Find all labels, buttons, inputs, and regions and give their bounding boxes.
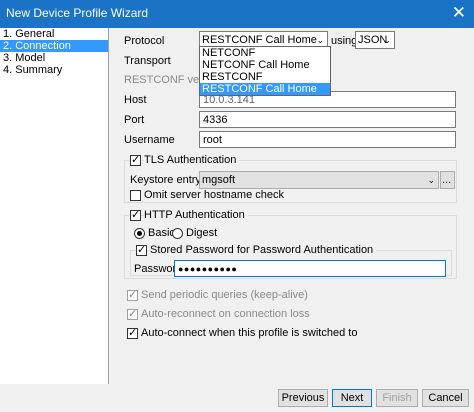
step-connection[interactable]: 2. Connection <box>0 40 108 52</box>
auto-reconnect-checkbox[interactable]: ✓ <box>127 308 138 320</box>
previous-button[interactable]: Previous <box>278 389 328 407</box>
auto-reconnect-label: Auto-reconnect on connection loss <box>141 308 310 320</box>
digest-radio[interactable] <box>172 228 183 239</box>
check-icon: ✓ <box>128 289 138 301</box>
basic-label: Basic <box>148 227 175 239</box>
check-icon: ✓ <box>131 209 141 221</box>
stored-password-checkbox[interactable]: ✓ <box>136 244 147 256</box>
check-icon: ✓ <box>128 308 138 320</box>
password-input[interactable]: ●●●●●●●●●● <box>174 260 446 277</box>
keystore-select-value: mgsoft <box>202 174 236 186</box>
step-summary[interactable]: 4. Summary <box>0 64 108 76</box>
username-input[interactable]: root <box>199 131 456 148</box>
check-icon: ✓ <box>137 244 147 256</box>
step-general[interactable]: 1. General <box>0 28 108 40</box>
keepalive-label: Send periodic queries (keep-alive) <box>141 289 308 301</box>
close-icon[interactable]: ✕ <box>452 3 466 23</box>
auto-connect-checkbox[interactable]: ✓ <box>127 327 138 339</box>
chevron-down-icon: ⌄ <box>427 175 435 185</box>
transport-label: Transport <box>124 55 171 67</box>
port-label: Port <box>124 114 145 126</box>
http-auth-label: HTTP Authentication <box>144 209 248 221</box>
tls-checkbox[interactable]: ✓ <box>130 154 141 166</box>
finish-button[interactable]: Finish <box>376 389 418 407</box>
window-title: New Device Profile Wizard <box>6 6 149 20</box>
protocol-option-restconf-call-home[interactable]: RESTCONF Call Home <box>200 83 330 95</box>
keystore-select[interactable]: mgsoft ⌄ <box>199 171 439 189</box>
step-model[interactable]: 3. Model <box>0 52 108 64</box>
username-label: Username <box>124 134 175 146</box>
port-input[interactable]: 4336 <box>199 111 456 128</box>
protocol-dropdown-list: NETCONF NETCONF Call Home RESTCONF RESTC… <box>199 46 331 96</box>
auto-connect-label: Auto-connect when this profile is switch… <box>141 327 358 339</box>
wizard-steps-list: 1. General 2. Connection 3. Model 4. Sum… <box>0 28 109 384</box>
protocol-select-value: RESTCONF Call Home <box>202 34 317 46</box>
tls-label: TLS Authentication <box>144 154 240 166</box>
host-label: Host <box>124 94 147 106</box>
http-auth-checkbox[interactable]: ✓ <box>130 209 141 221</box>
keystore-browse-button[interactable]: ... <box>440 171 455 189</box>
protocol-option-restconf[interactable]: RESTCONF <box>200 71 330 83</box>
keepalive-checkbox[interactable]: ✓ <box>127 289 138 301</box>
title-bar: New Device Profile Wizard ✕ <box>0 0 474 28</box>
basic-radio[interactable] <box>134 228 145 239</box>
using-label: using <box>331 35 358 47</box>
omit-hostname-label: Omit server hostname check <box>144 189 284 201</box>
digest-label: Digest <box>186 227 218 239</box>
chevron-down-icon: ⌄ <box>383 35 391 45</box>
protocol-option-netconf-call-home[interactable]: NETCONF Call Home <box>200 59 330 71</box>
next-button[interactable]: Next <box>332 389 372 407</box>
encoding-select[interactable]: JSON ⌄ <box>355 31 395 49</box>
cancel-button[interactable]: Cancel <box>422 389 469 407</box>
check-icon: ✓ <box>128 327 138 339</box>
check-icon: ✓ <box>131 154 141 166</box>
protocol-label: Protocol <box>124 35 165 47</box>
omit-hostname-checkbox[interactable] <box>130 190 141 201</box>
keystore-label: Keystore entry <box>130 174 201 186</box>
radio-dot-icon <box>137 231 142 236</box>
protocol-option-netconf[interactable]: NETCONF <box>200 47 330 59</box>
stored-password-label: Stored Password for Password Authenticat… <box>150 244 377 256</box>
